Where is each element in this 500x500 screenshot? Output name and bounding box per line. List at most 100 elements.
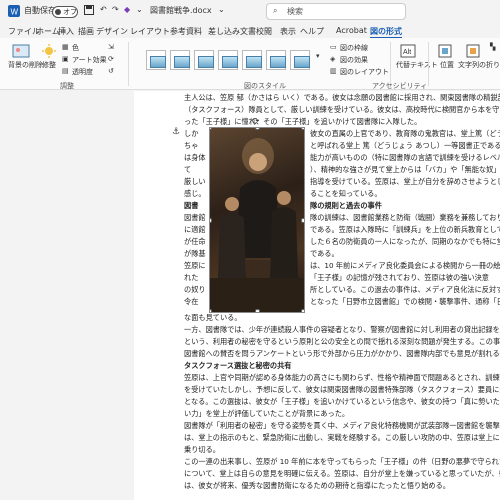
picture-style-5[interactable] [242, 50, 262, 70]
art-effects-button[interactable]: アート効果 [72, 55, 107, 65]
tab-10[interactable]: ヘルプ [300, 26, 324, 37]
text-line: は、彼女が将来、優秀な図書防衛になるための期待と指導にたったと悟り始める。 [184, 481, 450, 490]
group-label-accessibility: アクセシビリティ [372, 82, 428, 90]
text-line: ることを知っている。 [310, 189, 382, 198]
picture-style-3[interactable] [194, 50, 214, 70]
wrap-text-icon[interactable] [466, 44, 480, 60]
rotate-handle-icon[interactable]: ⟳ [252, 117, 260, 127]
picture-border-button[interactable]: 図の枠線 [340, 43, 368, 53]
picture-effects-icon[interactable]: ◈ [330, 55, 335, 63]
picture-effects-button[interactable]: 図の効果 [340, 55, 368, 65]
reset-picture-icon[interactable]: ↺ [108, 67, 114, 75]
autosave-state: オフ [63, 8, 77, 16]
text-line: した６名の防衛員の一人になったが、同期のなかでも特に堂上と [310, 237, 500, 246]
resize-handle-tr[interactable] [301, 128, 304, 130]
text-line: は身体 [184, 153, 206, 162]
chevron-down-icon[interactable]: ⌄ [218, 5, 225, 14]
text-line: である。笠原は入隊時に「訓練兵」を上位の新兵教育として、堂上 [310, 225, 500, 234]
resize-handle-left[interactable] [210, 218, 212, 223]
tab-11[interactable]: Acrobat [336, 26, 367, 35]
undo-icon[interactable]: ↶ [100, 5, 107, 14]
transparency-button[interactable]: 透明度 [72, 67, 93, 77]
search-placeholder: 検索 [287, 7, 303, 16]
remove-background-icon[interactable] [12, 44, 30, 60]
autosave-toggle[interactable]: オフ [52, 6, 78, 18]
tab-4[interactable]: デザイン [96, 26, 128, 37]
ribbon: 背景の削除 修整 ▦ 色 ▣ アート効果 ▤ 透明度 ⇲ ⟳ ↺ 調整 ▾ 図の… [0, 38, 500, 90]
save-icon[interactable] [84, 5, 94, 17]
title-bar: W 自動保存 オフ ↶ ↷ ◆ ⌄ 図書館戦争.docx ⌄ ⌕ 検索 [0, 0, 500, 24]
format-icon[interactable]: ◆ [124, 5, 130, 14]
tab-6[interactable]: 参考資料 [170, 26, 202, 37]
art-effects-icon[interactable]: ▣ [62, 55, 69, 63]
picture-border-icon[interactable]: ▭ [330, 43, 337, 51]
corrections-icon[interactable] [42, 44, 56, 60]
text-line: 厳しい [184, 177, 206, 186]
tab-2[interactable]: 挿入 [58, 26, 74, 37]
picture-style-7[interactable] [290, 50, 310, 70]
picture-layout-icon[interactable]: ▥ [330, 67, 337, 75]
tab-1[interactable]: ホーム [36, 26, 60, 37]
change-picture-icon[interactable]: ⟳ [108, 55, 114, 63]
svg-text:W: W [11, 8, 19, 17]
picture-style-4[interactable] [218, 50, 238, 70]
text-line: この一連の出来事し、笠原が 10 年前に本を守ってもらった「王子様」の件（日野の… [184, 457, 500, 466]
svg-text:Alt: Alt [403, 49, 411, 56]
text-line: 図書館への賛否を問うアンケートという形で外部から圧力がかかり、図書隊内部でも意見… [184, 349, 500, 358]
text-line: 能力が高いものの（特に図書隊の言語で訓練を受けるレベル [310, 153, 500, 162]
selected-picture[interactable] [209, 127, 305, 313]
text-line: れた [184, 273, 199, 282]
tab-8[interactable]: 校閲 [256, 26, 272, 37]
resize-handle-right[interactable] [301, 218, 304, 223]
picture-style-6[interactable] [266, 50, 286, 70]
compress-icon[interactable]: ⇲ [108, 43, 114, 51]
remove-background-button[interactable]: 背景の削除 [8, 60, 43, 70]
text-line: 隊の規則と過去の事件 [310, 201, 382, 210]
tab-3[interactable]: 描画 [78, 26, 94, 37]
divider [390, 42, 391, 86]
picture-layout-button[interactable]: 図のレイアウト [340, 67, 389, 77]
transparency-icon[interactable]: ▤ [62, 67, 69, 75]
resize-handle-bottom[interactable] [255, 309, 260, 312]
text-line: 感じ。 [184, 189, 206, 198]
tab-9[interactable]: 表示 [280, 26, 296, 37]
document-page[interactable]: 主人公は、笠原 郁（かさはら いく）である。彼女は念願の図書館に採用され、関東図… [134, 91, 500, 500]
text-line: て [184, 165, 192, 174]
text-line: 図書 [184, 201, 199, 210]
alt-text-icon[interactable]: Alt [400, 44, 416, 60]
text-line: である。 [310, 249, 339, 258]
resize-handle-top[interactable] [255, 128, 260, 130]
resize-handle-br[interactable] [301, 309, 304, 312]
text-line: の奴り [184, 285, 206, 294]
corrections-button[interactable]: 修整 [42, 60, 56, 70]
bring-forward-icon[interactable]: ▚ [490, 43, 495, 51]
text-line: は、10 年前にメディア良化委員会による検閲から一冊の絵本を [310, 261, 500, 270]
wrap-text-button[interactable]: 文字列の折り返し [458, 60, 500, 70]
color-button[interactable]: 色 [72, 43, 79, 53]
styles-more-icon[interactable]: ▾ [316, 52, 320, 60]
text-line: を受けていたしかし、予想に反して、彼女は関東図書隊の図書特殊部隊（タスクフォース… [184, 385, 500, 394]
picture-style-2[interactable] [170, 50, 190, 70]
search-box[interactable]: ⌕ 検索 [266, 3, 406, 20]
anchor-icon[interactable]: ⚓ [172, 127, 180, 137]
position-icon[interactable] [438, 44, 452, 60]
text-line: 指導を受けている。笠原は、堂上が自分を辞めさせようとしてい [310, 177, 500, 186]
text-line: しか [184, 129, 199, 138]
text-line: が任命 [184, 237, 206, 246]
text-line: 笠原に [184, 261, 206, 270]
customize-icon[interactable]: ⌄ [136, 5, 143, 14]
resize-handle-bl[interactable] [210, 309, 212, 312]
group-label-adjust: 調整 [60, 82, 74, 90]
tab-5[interactable]: レイアウト [130, 26, 170, 37]
redo-icon[interactable]: ↷ [112, 5, 119, 14]
position-button[interactable]: 位置 [440, 60, 454, 70]
tab-7[interactable]: 差し込み文書 [208, 26, 256, 37]
color-icon[interactable]: ▦ [62, 43, 69, 51]
text-line: 乗り切る。 [184, 445, 220, 454]
alt-text-button[interactable]: 代替テキスト [396, 60, 438, 70]
picture-style-1[interactable] [146, 50, 166, 70]
text-line: は、堂上の指示のもと、緊急防衛に出動し、実戦を経験する。この厳しい攻防の中、笠原… [184, 433, 500, 442]
text-line: という、利用者の秘密を守るという原則と公の安全との間で揺れる深刻な問題が発生する… [184, 337, 500, 346]
text-line: について、堂上は自らの意見を明確に伝える。笠原は、自分が堂上を嫌っていると思って… [184, 469, 500, 478]
text-line: ）、精神的な強さが見て堂上からは「バカ」や「無能な奴」 [310, 165, 500, 174]
